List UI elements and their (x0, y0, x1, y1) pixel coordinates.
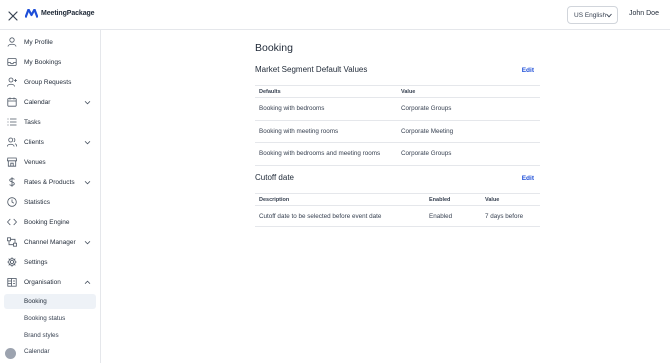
sidebar-item-my-profile[interactable]: My Profile (0, 33, 100, 51)
page-title: Booking (255, 42, 293, 54)
sidebar-subitem-label: Brand styles (24, 332, 59, 339)
market-segment-edit-link[interactable]: Edit (522, 67, 534, 74)
sidebar-item-tasks[interactable]: Tasks (0, 113, 100, 131)
language-select[interactable]: US English (567, 6, 618, 24)
sidebar-item-label: Booking Engine (24, 218, 70, 226)
user-icon (7, 37, 17, 47)
language-value: US English (574, 11, 607, 19)
cutoff-date-table: Description Enabled Value Cutoff date to… (255, 193, 540, 227)
sidebar-subitem-calendar[interactable]: Calendar (4, 344, 96, 359)
table-header-row: Defaults Value (255, 85, 540, 98)
close-button[interactable] (7, 9, 19, 21)
table-cell: 7 days before (481, 205, 540, 227)
close-icon (8, 11, 18, 21)
column-header-enabled: Enabled (425, 193, 481, 206)
chevron-down-icon (84, 240, 91, 244)
brand-logo[interactable]: MeetingPackage (25, 9, 95, 18)
chevron-down-icon (84, 180, 91, 184)
chevron-up-icon (84, 280, 91, 284)
table-row: Cutoff date to be selected before event … (255, 205, 540, 227)
sidebar-item-rates-products[interactable]: Rates & Products (0, 173, 100, 191)
sidebar-subitem-label: Booking (24, 298, 47, 305)
sidebar-item-label: Clients (24, 138, 44, 146)
sidebar-item-channel-manager[interactable]: Channel Manager (0, 233, 100, 251)
table-cell: Cutoff date to be selected before event … (255, 205, 425, 227)
sidebar-subitem-label: Calendar (24, 348, 50, 355)
sidebar-subitem-brand-styles[interactable]: Brand styles (4, 328, 96, 343)
sidebar-item-label: Channel Manager (24, 238, 76, 246)
sidebar-item-booking-engine[interactable]: Booking Engine (0, 213, 100, 231)
column-header-defaults: Defaults (255, 85, 397, 98)
sidebar: My Profile My Bookings Group Requests Ca… (0, 30, 101, 363)
cutoff-date-edit-link[interactable]: Edit (522, 175, 534, 182)
sidebar-item-label: Organisation (24, 278, 61, 286)
sidebar-subitem-booking[interactable]: Booking (4, 294, 96, 309)
sidebar-item-label: My Profile (24, 38, 53, 46)
sidebar-item-label: Settings (24, 258, 48, 266)
inbox-icon (7, 58, 17, 66)
brand-name: MeetingPackage (41, 10, 95, 17)
table-cell: Enabled (425, 205, 481, 227)
store-icon (7, 157, 17, 167)
sidebar-item-label: Calendar (24, 98, 51, 106)
table-row: Booking with meeting rooms Corporate Mee… (255, 120, 540, 143)
table-cell: Corporate Meeting (397, 120, 540, 143)
market-segment-title: Market Segment Default Values (255, 65, 368, 74)
users-icon (7, 137, 17, 147)
table-header-row: Description Enabled Value (255, 193, 540, 206)
gear-icon (7, 257, 17, 267)
sidebar-item-label: Rates & Products (24, 178, 75, 186)
sidebar-item-calendar[interactable]: Calendar (0, 93, 100, 111)
dollar-icon (9, 177, 15, 187)
cutoff-date-title: Cutoff date (255, 173, 294, 182)
calendar-icon (7, 97, 17, 107)
clock-icon (7, 197, 17, 207)
list-icon (7, 118, 17, 126)
market-segment-table: Defaults Value Booking with bedrooms Cor… (255, 85, 540, 166)
sidebar-subitem-booking-status[interactable]: Booking status (4, 311, 96, 326)
table-cell: Corporate Groups (397, 142, 540, 166)
table-cell: Booking with bedrooms and meeting rooms (255, 142, 397, 166)
sidebar-item-label: Tasks (24, 118, 41, 126)
user-menu[interactable]: John Doe (629, 10, 659, 17)
table-row: Booking with bedrooms Corporate Groups (255, 97, 540, 121)
chevron-down-icon (606, 13, 612, 18)
sidebar-subitem-label: Booking status (24, 315, 66, 322)
table-cell: Corporate Groups (397, 97, 540, 121)
sidebar-item-organisation[interactable]: Organisation (0, 273, 100, 291)
sidebar-item-label: Venues (24, 158, 46, 166)
column-header-value: Value (397, 85, 540, 98)
sidebar-item-label: Group Requests (24, 78, 72, 86)
column-header-value: Value (481, 193, 540, 206)
user-plus-icon (7, 77, 17, 87)
sidebar-item-my-bookings[interactable]: My Bookings (0, 53, 100, 71)
sidebar-item-label: Statistics (24, 198, 51, 206)
column-header-description: Description (255, 193, 425, 206)
avatar[interactable] (5, 348, 16, 359)
sidebar-item-venues[interactable]: Venues (0, 153, 100, 171)
code-icon (7, 218, 17, 226)
sidebar-item-label: My Bookings (24, 58, 62, 66)
chevron-down-icon (84, 100, 91, 104)
logo-mark-icon (25, 9, 38, 18)
sidebar-item-group-requests[interactable]: Group Requests (0, 73, 100, 91)
top-bar: MeetingPackage US English John Doe (0, 0, 670, 30)
table-cell: Booking with bedrooms (255, 97, 397, 121)
table-row: Booking with bedrooms and meeting rooms … (255, 142, 540, 166)
sidebar-item-clients[interactable]: Clients (0, 133, 100, 151)
building-icon (7, 278, 17, 287)
table-cell: Booking with meeting rooms (255, 120, 397, 143)
chevron-down-icon (84, 140, 91, 144)
sidebar-item-statistics[interactable]: Statistics (0, 193, 100, 211)
share-icon (7, 237, 17, 247)
sidebar-item-settings[interactable]: Settings (0, 253, 100, 271)
